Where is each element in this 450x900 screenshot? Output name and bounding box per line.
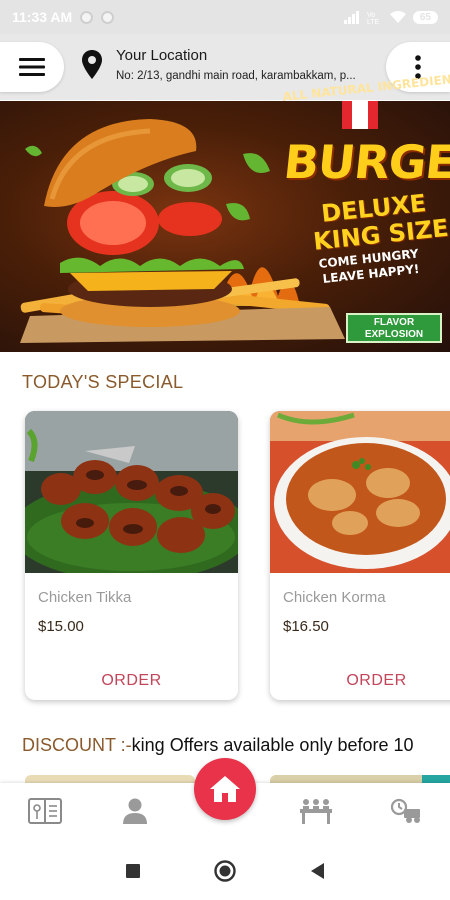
lte-icon: Vo LTE [367, 12, 380, 24]
svg-text:Vo: Vo [367, 12, 375, 19]
chicken-tikka-image [25, 411, 238, 573]
delivery-icon[interactable] [388, 795, 424, 827]
special-price: $16.50 [283, 618, 329, 635]
battery-indicator: 65 [412, 10, 438, 24]
order-button[interactable]: ORDER [25, 672, 238, 690]
circle-icon [214, 860, 236, 882]
app-screen: 11:33 AM Vo LTE 65 Your Location No: 2/1… [0, 0, 450, 900]
dining-table-icon[interactable] [298, 795, 334, 827]
signal-icon [343, 11, 359, 24]
special-name: Chicken Tikka [38, 589, 132, 606]
promo-badge: FLAVOR EXPLOSION [346, 313, 442, 343]
notification-icon [101, 10, 115, 24]
status-time: 11:33 AM [12, 9, 73, 25]
location-pin-icon [82, 50, 102, 79]
special-price: $15.00 [38, 618, 84, 635]
profile-icon[interactable] [117, 795, 153, 827]
wifi-icon [389, 11, 406, 23]
home-icon [210, 776, 240, 802]
discount-text: king Offers available only before 10 [131, 735, 414, 755]
status-indicators: Vo LTE 65 [343, 10, 438, 24]
hamburger-icon [19, 58, 45, 76]
offer-thumbnail[interactable] [25, 775, 195, 783]
recents-button[interactable] [122, 860, 144, 882]
svg-text:LTE: LTE [367, 19, 380, 24]
system-home-button[interactable] [214, 860, 236, 882]
notification-icon [80, 10, 94, 24]
menu-book-icon[interactable] [27, 795, 63, 827]
back-triangle-icon [311, 863, 324, 879]
chicken-korma-image [270, 411, 450, 573]
status-bar: 11:33 AM Vo LTE 65 [0, 0, 450, 34]
home-button[interactable] [194, 758, 256, 820]
promo-title: BURGER [281, 135, 450, 189]
square-icon [126, 864, 140, 878]
discount-label: DISCOUNT :- [22, 735, 132, 755]
location-address[interactable]: No: 2/13, gandhi main road, karambakkam,… [116, 70, 378, 82]
location-title[interactable]: Your Location [116, 47, 207, 64]
todays-special-title: TODAY'S SPECIAL [22, 372, 184, 392]
system-navigation [0, 841, 450, 900]
special-card[interactable]: Chicken Tikka $15.00 ORDER [25, 411, 238, 700]
order-button[interactable]: ORDER [270, 672, 450, 690]
back-button[interactable] [307, 860, 329, 882]
special-card[interactable]: Chicken Korma $16.50 ORDER [270, 411, 450, 700]
offer-thumbnail[interactable] [422, 775, 450, 783]
special-name: Chicken Korma [283, 589, 386, 606]
discount-ticker: DISCOUNT :-king Offers available only be… [22, 735, 450, 756]
menu-button[interactable] [0, 42, 64, 92]
